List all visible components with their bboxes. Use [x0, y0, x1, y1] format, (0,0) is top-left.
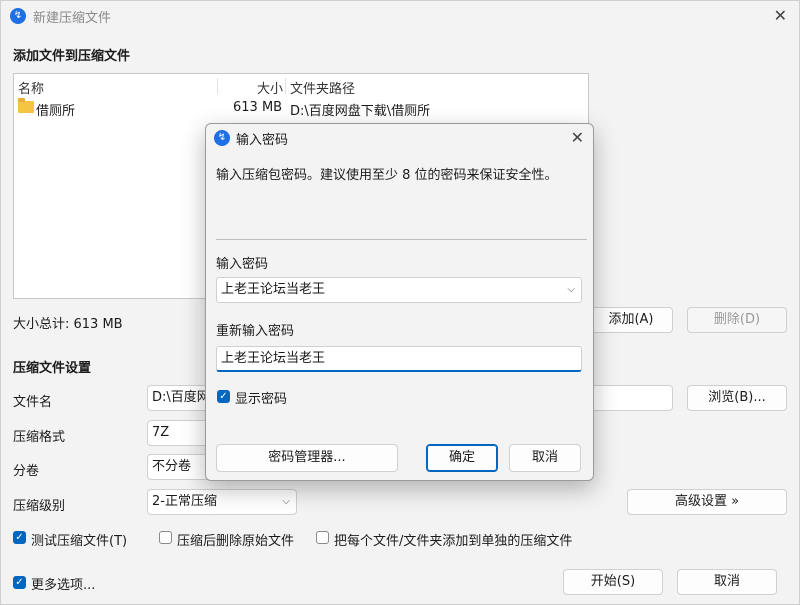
chevron-down-icon: ⌵	[282, 496, 290, 507]
column-header-size[interactable]: 大小	[257, 78, 283, 97]
format-value: 7Z	[152, 425, 170, 440]
ok-button[interactable]: 确定	[426, 444, 498, 472]
each-separate-label[interactable]: 把每个文件/文件夹添加到单独的压缩文件	[334, 530, 572, 549]
reenter-password-label: 重新输入密码	[216, 324, 295, 339]
dialog-title: 输入密码	[236, 133, 289, 148]
level-label: 压缩级别	[13, 499, 66, 514]
reenter-password-value: 上老王论坛当老王	[221, 351, 326, 366]
filename-label: 文件名	[13, 395, 53, 410]
folder-icon	[18, 98, 34, 113]
reenter-password-input[interactable]: 上老王论坛当老王	[216, 346, 582, 372]
start-button[interactable]: 开始(S)	[563, 569, 663, 595]
split-label: 分卷	[13, 464, 40, 479]
format-label: 压缩格式	[13, 430, 66, 445]
show-password-label[interactable]: 显示密码	[235, 388, 287, 407]
password-value: 上老王论坛当老王	[221, 282, 326, 297]
dialog-cancel-button[interactable]: 取消	[509, 444, 581, 472]
window-title: 新建压缩文件	[33, 11, 112, 26]
level-select[interactable]: 2-正常压缩 ⌵	[147, 489, 297, 515]
checkmark-icon[interactable]: ✓	[217, 390, 230, 403]
level-value: 2-正常压缩	[152, 494, 217, 509]
close-icon[interactable]: ✕	[774, 8, 787, 24]
cancel-button[interactable]: 取消	[677, 569, 777, 595]
app-logo-icon: ↯	[10, 8, 26, 24]
delete-after-checkbox[interactable]	[159, 531, 172, 544]
add-files-heading: 添加文件到压缩文件	[13, 49, 131, 64]
delete-after-label[interactable]: 压缩后删除原始文件	[177, 530, 294, 549]
more-options-label[interactable]: 更多选项...	[31, 574, 95, 593]
dialog-description: 输入压缩包密码。建议使用至少 8 位的密码来保证安全性。	[216, 168, 558, 183]
split-value: 不分卷	[152, 459, 192, 474]
password-manager-button[interactable]: 密码管理器...	[216, 444, 398, 472]
app-logo-icon: ↯	[214, 130, 230, 146]
checkmark-icon[interactable]: ✓	[13, 531, 26, 544]
row-name[interactable]: 借厕所	[36, 100, 75, 119]
each-separate-checkbox[interactable]	[316, 531, 329, 544]
divider	[216, 239, 587, 240]
advanced-settings-button[interactable]: 高级设置 »	[627, 489, 787, 515]
column-header-name[interactable]: 名称	[18, 78, 44, 97]
close-icon[interactable]: ✕	[571, 130, 584, 146]
remove-button[interactable]: 删除(D)	[687, 307, 787, 333]
column-header-path[interactable]: 文件夹路径	[290, 78, 355, 97]
settings-heading: 压缩文件设置	[13, 361, 92, 376]
row-size: 613 MB	[233, 100, 283, 115]
add-button[interactable]: 添加(A)	[589, 307, 673, 333]
test-archive-label[interactable]: 测试压缩文件(T)	[31, 530, 127, 549]
checkmark-icon[interactable]: ✓	[13, 576, 26, 589]
column-separator	[285, 78, 286, 94]
chevron-down-icon[interactable]: ⌵	[567, 278, 575, 302]
browse-button[interactable]: 浏览(B)...	[687, 385, 787, 411]
row-path: D:\百度网盘下载\借厕所	[290, 104, 431, 119]
column-separator	[217, 78, 218, 94]
total-size: 大小总计: 613 MB	[13, 317, 123, 332]
password-input[interactable]: 上老王论坛当老王 ⌵	[216, 277, 582, 303]
title-bar: ↯ 新建压缩文件 ✕	[1, 1, 799, 31]
password-label: 输入密码	[216, 257, 269, 272]
password-dialog: ↯ 输入密码 ✕ 输入压缩包密码。建议使用至少 8 位的密码来保证安全性。 输入…	[205, 123, 594, 481]
